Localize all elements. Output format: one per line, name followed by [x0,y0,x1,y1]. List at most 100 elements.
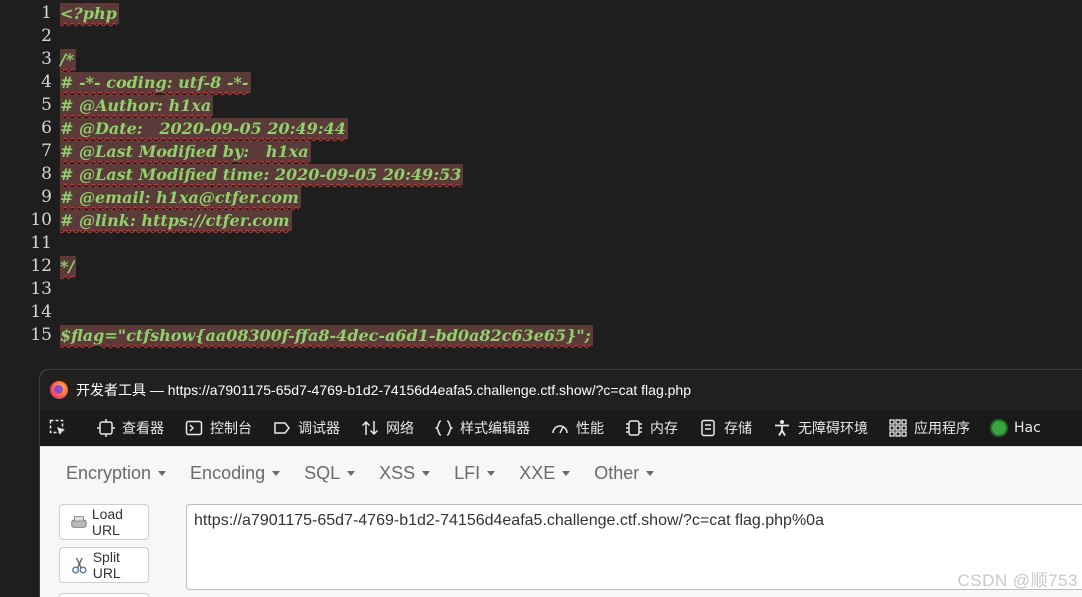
performance-icon [550,418,570,438]
code-line: 11 [0,232,1082,255]
accessibility-icon [772,418,792,438]
scissors-icon [70,555,89,575]
code-line: 12 */ [0,255,1082,278]
code-line: 13 [0,278,1082,301]
url-textarea[interactable]: https://a7901175-65d7-4769-b1d2-74156d4e… [186,504,1082,590]
tab-label: 调试器 [298,421,340,437]
code-line: 10 # @link: https://ctfer.com [0,209,1082,232]
style-editor-icon [434,418,454,438]
caret-down-icon [272,470,281,476]
code-text: # @email: h1xa@ctfer.com [60,187,301,208]
tab-label: 内存 [650,421,678,437]
code-text: # @link: https://ctfer.com [60,210,292,231]
element-picker-button[interactable] [48,418,74,438]
menu-label: SQL [304,462,341,483]
button-label: Load URL [91,506,123,538]
application-icon [888,418,908,438]
menu-sql[interactable]: SQL [304,462,356,484]
line-number: 10 [30,210,52,230]
menu-encryption[interactable]: Encryption [66,462,167,484]
console-icon [184,418,204,438]
tab-console[interactable]: 控制台 [184,418,252,438]
line-number: 4 [41,72,52,92]
menu-xss[interactable]: XSS [379,462,431,484]
line-number: 1 [41,3,52,23]
line-number: 3 [41,49,52,69]
code-line: 14 [0,301,1082,324]
tab-label: 存储 [724,421,752,437]
devtools-title: 开发者工具 — https://a7901175-65d7-4769-b1d2-… [76,382,691,398]
tab-performance[interactable]: 性能 [550,418,604,438]
line-number: 2 [41,26,52,46]
line-number: 15 [30,325,52,345]
menu-label: Encoding [190,462,266,483]
devtools-titlebar[interactable]: 开发者工具 — https://a7901175-65d7-4769-b1d2-… [40,370,1082,410]
element-picker-icon [48,418,68,438]
memory-icon [624,418,644,438]
menu-lfi[interactable]: LFI [454,462,496,484]
execute-button[interactable] [59,593,149,597]
caret-down-icon [347,470,356,476]
line-number: 13 [30,279,52,299]
hackbar-icon [990,419,1008,437]
tab-debugger[interactable]: 调试器 [272,418,340,438]
code-text: # @Last Modified time: 2020-09-05 20:49:… [60,164,464,185]
code-line: 6 # @Date: 2020-09-05 20:49:44 [0,117,1082,140]
line-number: 5 [41,95,52,115]
line-number: 11 [30,233,52,253]
code-text: # @Author: h1xa [60,95,214,116]
code-line: 2 [0,25,1082,48]
line-number: 12 [30,256,52,276]
tab-application[interactable]: 应用程序 [888,418,970,438]
tab-label: 应用程序 [914,421,970,437]
tab-label: 控制台 [210,421,252,437]
tab-label: 样式编辑器 [460,421,530,437]
button-label: Split URL [92,549,121,581]
tab-label: Hac [1014,420,1041,436]
menu-label: Encryption [66,462,152,483]
code-text: # -*- coding: utf-8 -*- [60,72,251,93]
split-url-button[interactable]: Split URL [59,547,149,583]
tab-inspector[interactable]: 查看器 [96,418,164,438]
menu-label: LFI [454,462,481,483]
load-icon [70,512,88,532]
tab-label: 网络 [386,421,414,437]
devtools-toolbar: 查看器 控制台 调试器 网络 样式编辑器 性能 内存 存储 无障碍环境 应用程序… [40,410,1082,446]
menu-other[interactable]: Other [594,462,655,484]
menu-label: Other [594,462,640,483]
inspector-icon [96,418,116,438]
tab-label: 查看器 [122,421,164,437]
tab-hackbar[interactable]: Hac [990,419,1041,437]
code-text: <?php [60,3,119,24]
line-number: 14 [30,302,52,322]
load-url-button[interactable]: Load URL [59,504,149,540]
firefox-icon [50,381,68,399]
network-icon [360,418,380,438]
storage-icon [698,418,718,438]
tab-accessibility[interactable]: 无障碍环境 [772,418,868,438]
line-number: 9 [41,187,52,207]
code-text: /* [60,49,77,70]
code-line: 7 # @Last Modified by: h1xa [0,140,1082,163]
menu-label: XSS [379,462,416,483]
code-line: 8 # @Last Modified time: 2020-09-05 20:49… [0,163,1082,186]
tab-label: 无障碍环境 [798,421,868,437]
line-number: 6 [41,118,52,138]
menu-encoding[interactable]: Encoding [190,462,281,484]
code-text: # @Last Modified by: h1xa [60,141,311,162]
code-line: 3 /* [0,48,1082,71]
source-view: 1 <?php 2 3 /* 4 # -*- coding: utf-8 -*- 5 #… [0,0,1082,370]
menu-label: XXE [519,462,556,483]
caret-down-icon [422,470,431,476]
code-text: # @Date: 2020-09-05 20:49:44 [60,118,348,139]
caret-down-icon [646,470,655,476]
devtools-window: 开发者工具 — https://a7901175-65d7-4769-b1d2-… [40,370,1082,597]
line-number: 7 [41,141,52,161]
tab-storage[interactable]: 存储 [698,418,752,438]
tab-label: 性能 [576,421,604,437]
menu-xxe[interactable]: XXE [519,462,571,484]
tab-network[interactable]: 网络 [360,418,414,438]
tab-memory[interactable]: 内存 [624,418,678,438]
url-value: https://a7901175-65d7-4769-b1d2-74156d4e… [194,512,824,529]
tab-style-editor[interactable]: 样式编辑器 [434,418,530,438]
